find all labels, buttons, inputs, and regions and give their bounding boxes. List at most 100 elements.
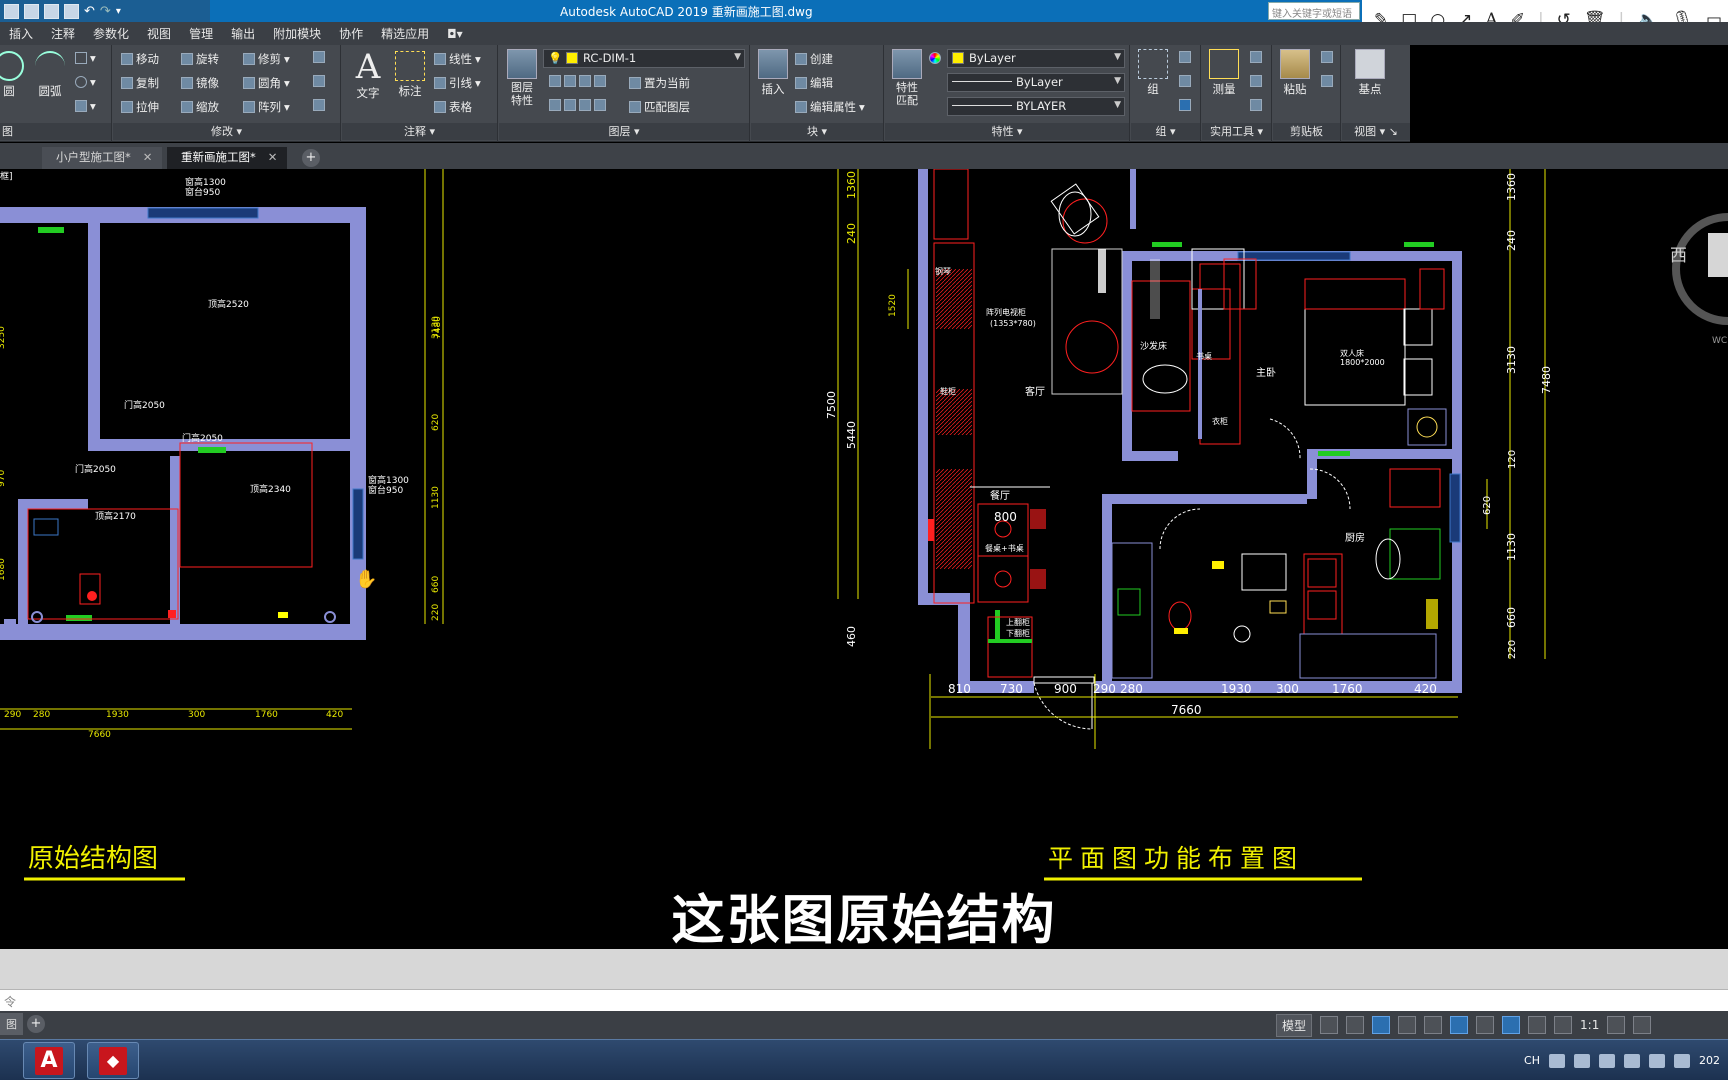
group-edit-icon[interactable] xyxy=(1179,75,1191,87)
array-button[interactable]: 阵列 ▾ xyxy=(243,99,290,115)
doc-tab-redraw[interactable]: 重新画施工图* ✕ xyxy=(167,147,288,169)
layout-tab[interactable]: 图 xyxy=(0,1013,23,1035)
quick-select-icon[interactable] xyxy=(1250,51,1262,63)
network-icon[interactable] xyxy=(1649,1053,1665,1068)
tab-output[interactable]: 输出 xyxy=(222,25,264,42)
save-as-icon[interactable] xyxy=(24,3,39,19)
select-all-icon[interactable] xyxy=(1250,75,1262,87)
workspace-gear-icon[interactable] xyxy=(1607,1016,1626,1034)
match-properties-button[interactable]: 特性 匹配 xyxy=(889,49,925,107)
new-tab-button[interactable]: + xyxy=(302,149,320,167)
copy-clip-icon[interactable] xyxy=(1321,51,1333,63)
doc-tab-small-apartment[interactable]: 小户型施工图* ✕ xyxy=(42,147,163,169)
arc-button[interactable]: 圆弧 xyxy=(32,51,68,99)
layer-tools-row1[interactable] xyxy=(549,75,606,87)
tab-more-toggle[interactable]: ◘▾ xyxy=(438,27,472,41)
add-layout-button[interactable]: + xyxy=(27,1015,45,1033)
flag-icon[interactable] xyxy=(1624,1053,1640,1068)
redo-icon[interactable]: ↷ xyxy=(100,4,111,19)
viewcube[interactable]: 西 WC xyxy=(1670,213,1728,346)
measure-button[interactable]: 测量 xyxy=(1206,49,1242,97)
close-icon[interactable]: ✕ xyxy=(143,150,153,164)
calculator-icon[interactable] xyxy=(1250,99,1262,111)
isodraft-icon[interactable] xyxy=(1424,1016,1443,1034)
group-button[interactable]: 组 xyxy=(1135,49,1171,97)
explode-icon[interactable] xyxy=(313,75,325,87)
scale-button[interactable]: 缩放 xyxy=(181,99,219,115)
save-icon[interactable] xyxy=(4,3,19,19)
offset-icon[interactable] xyxy=(313,99,325,111)
taskbar-pdf[interactable]: ◆ xyxy=(87,1042,139,1079)
search-input[interactable]: 键入关键字或短语 xyxy=(1268,2,1360,20)
volume-icon[interactable] xyxy=(1674,1053,1690,1068)
linear-button[interactable]: 线性 ▾ xyxy=(434,51,481,67)
undo-icon[interactable]: ↶ xyxy=(84,4,95,19)
leader-button[interactable]: 引线 ▾ xyxy=(434,75,481,91)
plus-icon[interactable] xyxy=(1633,1016,1652,1034)
insert-button[interactable]: 插入 xyxy=(755,49,791,97)
pencil-icon[interactable] xyxy=(313,51,325,63)
table-button[interactable]: 表格 xyxy=(434,99,472,115)
rotate-button[interactable]: 旋转 xyxy=(181,51,219,67)
tab-featured-apps[interactable]: 精选应用 xyxy=(372,25,438,42)
linetype-dropdown[interactable]: ByLayer ▼ xyxy=(947,73,1125,92)
object-snap-tracking-icon[interactable] xyxy=(1450,1016,1469,1034)
taskbar-autocad[interactable]: A xyxy=(23,1042,75,1079)
base-point-button[interactable]: 基点 xyxy=(1350,49,1390,97)
layer-tools-row2[interactable] xyxy=(549,99,606,111)
tab-parametric[interactable]: 参数化 xyxy=(84,25,138,42)
match-layer-button[interactable]: 匹配图层 xyxy=(629,99,690,115)
close-icon[interactable]: ✕ xyxy=(268,150,278,164)
mirror-button[interactable]: 镜像 xyxy=(181,75,219,91)
auto-scale-icon[interactable] xyxy=(1528,1016,1547,1034)
clock[interactable]: 202 xyxy=(1699,1054,1720,1067)
set-current-button[interactable]: 置为当前 xyxy=(629,75,690,91)
circle-button[interactable]: 圆 xyxy=(0,51,24,99)
object-snap-icon[interactable] xyxy=(1476,1016,1495,1034)
command-input[interactable]: 令 xyxy=(0,989,1728,1011)
ungroup-icon[interactable] xyxy=(1179,51,1191,63)
customize-icon[interactable]: ▾ xyxy=(116,6,121,17)
ortho-icon[interactable] xyxy=(1372,1016,1391,1034)
edit-attributes-button[interactable]: 编辑属性 ▾ xyxy=(795,99,865,115)
input-language[interactable]: CH xyxy=(1524,1054,1540,1067)
qq-icon[interactable] xyxy=(1599,1053,1615,1068)
dimension-button[interactable]: 标注 xyxy=(392,51,428,99)
model-space-button[interactable]: 模型 xyxy=(1276,1013,1313,1037)
color-dropdown[interactable]: ByLayer ▼ xyxy=(947,49,1125,68)
rectangle-tool[interactable]: ▾ xyxy=(75,51,96,65)
text-button[interactable]: A 文字 xyxy=(350,49,386,101)
layer-dropdown[interactable]: 💡 RC-DIM-1 ▼ xyxy=(543,49,745,68)
layer-properties-button[interactable]: 图层 特性 xyxy=(503,49,541,107)
copy-button[interactable]: 复制 xyxy=(121,75,159,91)
cut-icon[interactable] xyxy=(1321,75,1333,87)
annotation-visibility-icon[interactable] xyxy=(1502,1016,1521,1034)
tab-addins[interactable]: 附加模块 xyxy=(264,25,330,42)
create-block-button[interactable]: 创建 xyxy=(795,51,833,67)
tab-insert[interactable]: 插入 xyxy=(0,25,42,42)
grid-icon[interactable] xyxy=(1320,1016,1339,1034)
move-button[interactable]: 移动 xyxy=(121,51,159,67)
tab-collaborate[interactable]: 协作 xyxy=(330,25,372,42)
stretch-button[interactable]: 拉伸 xyxy=(121,99,159,115)
tab-annotate[interactable]: 注释 xyxy=(42,25,84,42)
trim-button[interactable]: 修剪 ▾ xyxy=(243,51,290,67)
help-icon[interactable] xyxy=(1574,1053,1590,1068)
keyboard-icon[interactable] xyxy=(1549,1053,1565,1068)
lineweight-dropdown[interactable]: BYLAYER ▼ xyxy=(947,97,1125,116)
edit-block-button[interactable]: 编辑 xyxy=(795,75,833,91)
tab-manage[interactable]: 管理 xyxy=(180,25,222,42)
open-icon[interactable] xyxy=(44,3,59,19)
annotation-scale-icon[interactable] xyxy=(1554,1016,1573,1034)
drawing-canvas[interactable]: 窗高1300 窗台950 顶高2520 门高2050 门高2050 门高2050… xyxy=(0,169,1728,949)
tab-view[interactable]: 视图 xyxy=(138,25,180,42)
ellipse-tool[interactable]: ▾ xyxy=(75,75,96,89)
scale-dropdown[interactable]: 1:1 xyxy=(1580,1018,1599,1032)
group-select-icon[interactable] xyxy=(1179,99,1191,111)
fillet-button[interactable]: 圆角 ▾ xyxy=(243,75,290,91)
print-icon[interactable] xyxy=(64,3,79,19)
polar-icon[interactable] xyxy=(1398,1016,1417,1034)
paste-button[interactable]: 粘贴 xyxy=(1277,49,1313,97)
hatch-tool[interactable]: ▾ xyxy=(75,99,96,113)
snap-icon[interactable] xyxy=(1346,1016,1365,1034)
